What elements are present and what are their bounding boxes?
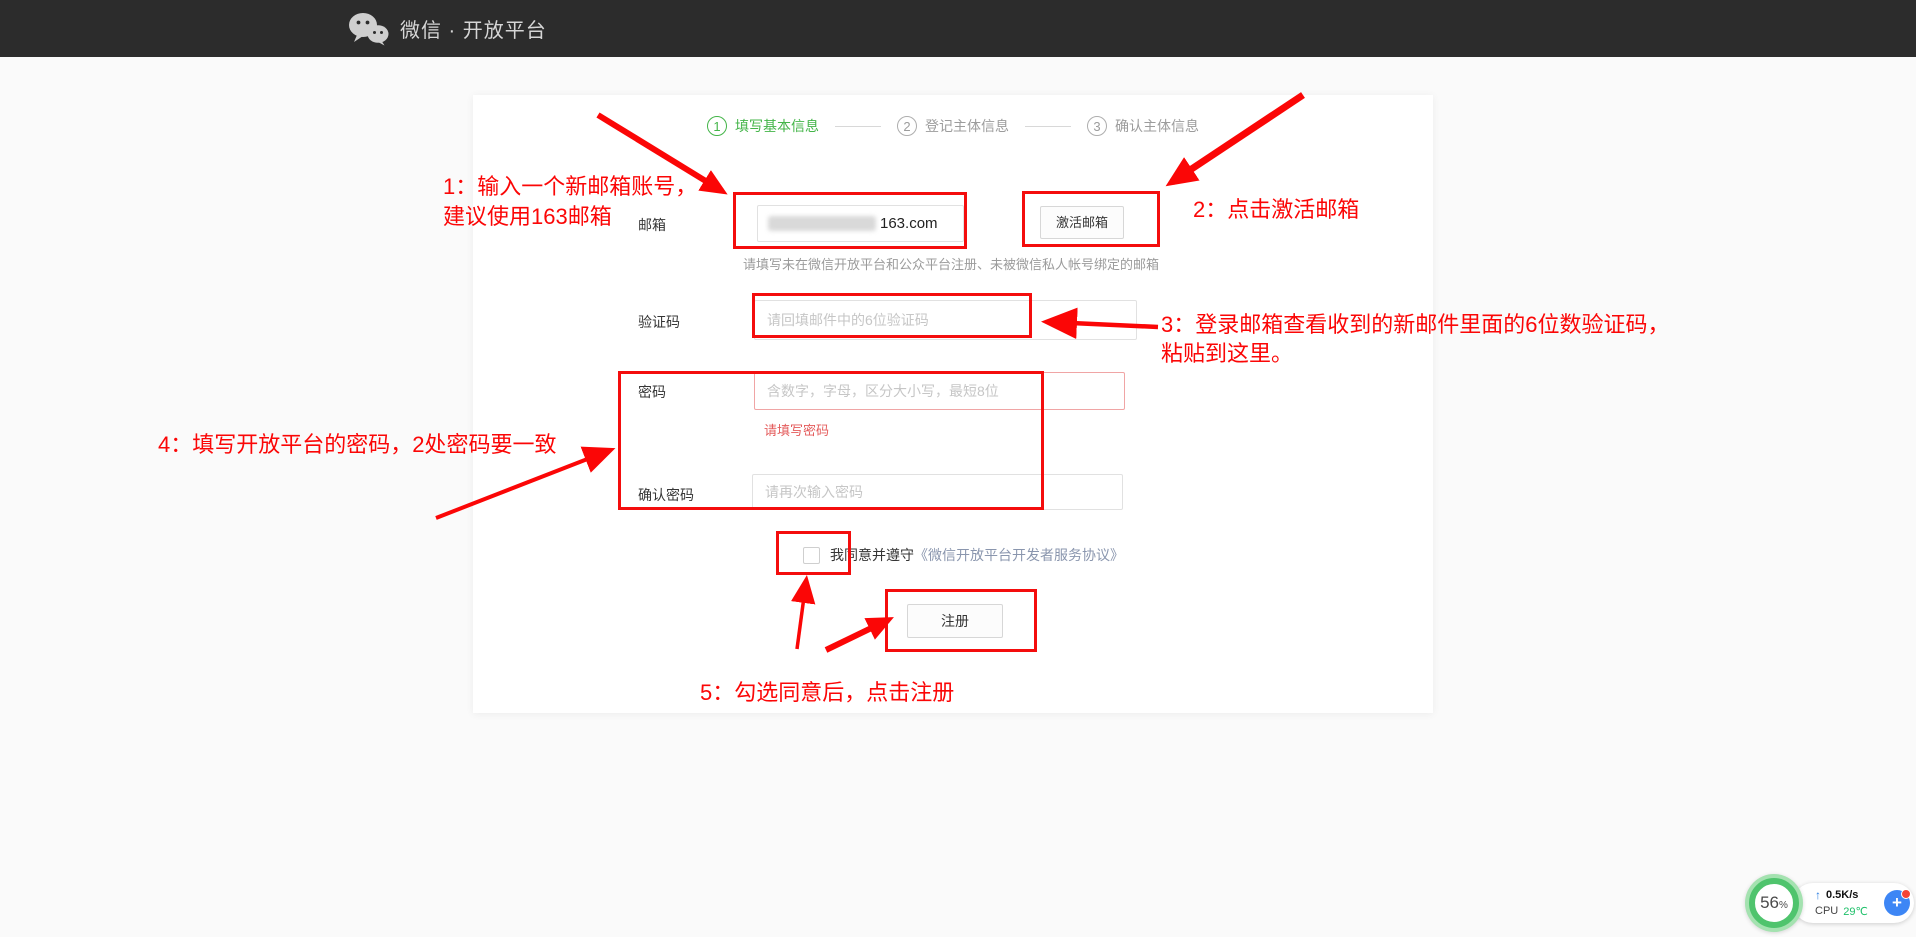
email-label: 邮箱 [638, 215, 666, 235]
cpu-label: CPU [1815, 905, 1838, 917]
cpu-temperature: 29℃ [1843, 905, 1868, 918]
verification-code-input[interactable] [754, 300, 1137, 340]
agreement-checkbox[interactable] [803, 547, 820, 564]
verification-code-label: 验证码 [638, 312, 680, 332]
confirm-password-label: 确认密码 [638, 485, 694, 505]
agreement-row: 我同意并遵守 《微信开放平台开发者服务协议》 [803, 545, 1124, 565]
top-nav-bar: 微信 · 开放平台 [0, 0, 1916, 57]
wechat-logo-icon [348, 12, 390, 46]
developer-agreement-link[interactable]: 《微信开放平台开发者服务协议》 [914, 545, 1124, 565]
monitor-pill[interactable]: ↑ 0.5K/s CPU 29℃ + [1793, 883, 1914, 923]
step-3-label: 确认主体信息 [1115, 116, 1199, 136]
network-speed: 0.5K/s [1826, 889, 1858, 901]
brand-title: 微信 · 开放平台 [400, 14, 547, 43]
email-value-suffix: 163.com [880, 215, 938, 232]
confirm-password-input[interactable] [752, 474, 1123, 510]
password-input[interactable] [754, 372, 1125, 410]
redacted-email-blur [768, 216, 876, 231]
brand[interactable]: 微信 · 开放平台 [348, 12, 547, 46]
upload-arrow-icon: ↑ [1815, 888, 1821, 902]
notification-dot [1901, 889, 1911, 899]
step-2-number: 2 [897, 116, 917, 136]
step-3-number: 3 [1087, 116, 1107, 136]
email-help-text: 请填写未在微信开放平台和公众平台注册、未被微信私人帐号绑定的邮箱 [743, 254, 1159, 273]
step-indicator: 1 填写基本信息 2 登记主体信息 3 确认主体信息 [473, 116, 1433, 136]
memory-usage-ring[interactable]: 56 % [1745, 874, 1803, 932]
password-error-message: 请填写密码 [764, 420, 829, 439]
register-button[interactable]: 注册 [907, 604, 1003, 638]
password-label: 密码 [638, 382, 666, 402]
step-2-register-entity-info: 2 登记主体信息 [897, 116, 1009, 136]
step-1-label: 填写基本信息 [735, 116, 819, 136]
step-1-number: 1 [707, 116, 727, 136]
step-connector [835, 126, 881, 127]
step-connector [1025, 126, 1071, 127]
step-3-confirm-entity-info: 3 确认主体信息 [1087, 116, 1199, 136]
memory-percent-unit: % [1779, 900, 1788, 911]
activate-email-button[interactable]: 激活邮箱 [1040, 206, 1124, 239]
agreement-text: 我同意并遵守 [830, 545, 914, 565]
plus-button[interactable]: + [1884, 890, 1910, 916]
memory-percent-value: 56 [1760, 893, 1779, 913]
email-input[interactable]: 163.com [757, 205, 964, 242]
step-1-fill-basic-info: 1 填写基本信息 [707, 116, 819, 136]
step-2-label: 登记主体信息 [925, 116, 1009, 136]
system-monitor-widget[interactable]: ↑ 0.5K/s CPU 29℃ + 56 % [1745, 874, 1916, 934]
